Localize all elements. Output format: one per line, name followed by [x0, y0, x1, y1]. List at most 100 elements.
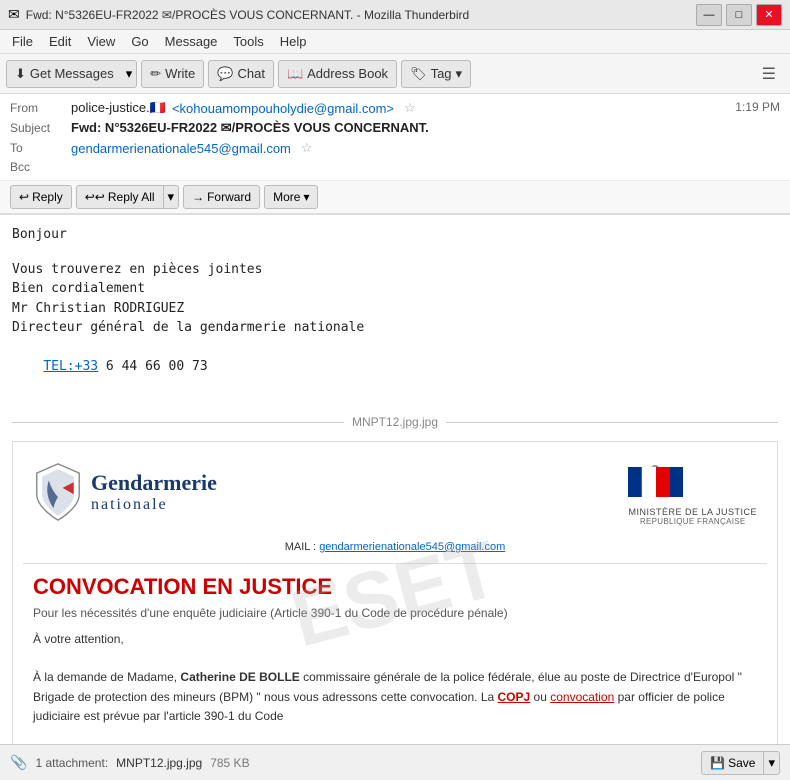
- tag-label: Tag: [431, 66, 452, 81]
- menubar: File Edit View Go Message Tools Help: [0, 30, 790, 54]
- save-icon: 💾: [710, 756, 725, 770]
- reply-all-dropdown[interactable]: ▾: [163, 185, 180, 209]
- maximize-button[interactable]: □: [726, 4, 752, 26]
- gendarmerie-sub-name: nationale: [91, 496, 217, 514]
- to-label: To: [10, 141, 65, 155]
- reply-all-group: ↩↩ Reply All ▾: [76, 185, 179, 209]
- convocation-link-word[interactable]: convocation: [550, 690, 614, 704]
- menu-help[interactable]: Help: [272, 32, 315, 51]
- bcc-row: Bcc: [10, 158, 780, 176]
- gendarmerie-shield-icon: [33, 462, 83, 522]
- address-book-icon: 📖: [287, 66, 303, 82]
- tag-dropdown-icon: ▾: [456, 66, 463, 82]
- reply-all-button[interactable]: ↩↩ Reply All: [76, 185, 163, 209]
- chat-label: Chat: [237, 66, 264, 81]
- email-meta: From police-justice.🇫🇷 <kohouamompouholy…: [0, 94, 790, 181]
- convocation-section: CONVOCATION EN JUSTICE Pour les nécessit…: [23, 563, 767, 736]
- attachment-count: 1 attachment:: [35, 756, 108, 770]
- toolbar: ⬇ Get Messages ▾ ✏ Write 💬 Chat 📖 Addres…: [0, 54, 790, 94]
- menu-message[interactable]: Message: [157, 32, 226, 51]
- republique-title: REPUBLIQUE FRANÇAISE: [628, 517, 757, 526]
- reply-icon: ↩: [19, 190, 29, 204]
- body-tel: TEL:+33 6 44 66 00 73: [12, 338, 778, 397]
- email-header: From police-justice.🇫🇷 <kohouamompouholy…: [0, 94, 790, 215]
- reply-all-label: Reply All: [108, 190, 155, 204]
- bcc-label: Bcc: [10, 160, 65, 174]
- mail-label: MAIL :: [285, 541, 316, 553]
- from-label: From: [10, 101, 65, 115]
- email-body: Bonjour Vous trouverez en pièces jointes…: [0, 215, 790, 745]
- get-messages-dropdown[interactable]: ▾: [122, 60, 138, 88]
- to-email[interactable]: gendarmerienationale545@gmail.com: [71, 141, 291, 156]
- save-button[interactable]: 💾 Save: [701, 751, 764, 775]
- gendarmerie-text: Gendarmerie nationale: [91, 470, 217, 514]
- more-label: More: [273, 190, 300, 204]
- logo-area: Gendarmerie nationale: [23, 452, 767, 536]
- reply-button[interactable]: ↩ Reply: [10, 185, 72, 209]
- mail-link[interactable]: gendarmerienationale545@gmail.com: [319, 541, 505, 553]
- from-name: police-justice.🇫🇷: [71, 100, 166, 116]
- tag-icon: 🏷: [410, 66, 427, 82]
- convocation-title: CONVOCATION EN JUSTICE: [33, 574, 757, 600]
- attachment-size: 785 KB: [210, 756, 249, 770]
- reply-area: ↩ Reply ↩↩ Reply All ▾ → Forward More ▾: [0, 181, 790, 214]
- body-text-1: À la demande de Madame,: [33, 670, 180, 684]
- more-dropdown-icon: ▾: [303, 190, 309, 204]
- to-row: To gendarmerienationale545@gmail.com ☆: [10, 138, 780, 158]
- hamburger-menu[interactable]: ☰: [754, 60, 784, 88]
- minimize-button[interactable]: —: [696, 4, 722, 26]
- subject-row: Subject Fwd: N°5326EU-FR2022 ✉/PROCÈS VO…: [10, 118, 780, 138]
- from-row: From police-justice.🇫🇷 <kohouamompouholy…: [10, 98, 780, 118]
- forward-button[interactable]: → Forward: [183, 185, 260, 209]
- attachment-bar: 📎 1 attachment: MNPT12.jpg.jpg 785 KB 💾 …: [0, 744, 790, 780]
- write-label: Write: [165, 66, 195, 81]
- save-dropdown[interactable]: ▾: [764, 751, 780, 775]
- paperclip-icon: 📎: [10, 754, 27, 771]
- window-title: Fwd: N°5326EU-FR2022 ✉/PROCÈS VOUS CONCE…: [26, 8, 696, 22]
- body-text-3: ou: [530, 690, 550, 704]
- attachment-filename: MNPT12.jpg.jpg: [116, 756, 202, 770]
- copj-link[interactable]: COPJ: [498, 690, 531, 704]
- convocation-subtitle: Pour les nécessités d'une enquête judici…: [33, 606, 757, 620]
- person-name: Catherine DE BOLLE: [180, 670, 299, 684]
- ministere-title: MINISTÈRE de la JUSTICE: [628, 507, 757, 517]
- tag-button[interactable]: 🏷 Tag ▾: [401, 60, 471, 88]
- write-button[interactable]: ✏ Write: [141, 60, 204, 88]
- subject-value: Fwd: N°5326EU-FR2022 ✉/PROCÈS VOUS CONCE…: [71, 120, 429, 136]
- attention-line: À votre attention,: [33, 630, 757, 649]
- french-flag-icon: [628, 462, 683, 504]
- forward-label: Forward: [207, 190, 251, 204]
- app-icon: ✉: [8, 6, 20, 23]
- write-icon: ✏: [150, 66, 161, 82]
- chat-button[interactable]: 💬 Chat: [208, 60, 274, 88]
- menu-view[interactable]: View: [79, 32, 123, 51]
- body-greeting: Bonjour: [12, 225, 778, 245]
- get-messages-group: ⬇ Get Messages ▾: [6, 60, 137, 88]
- close-button[interactable]: ✕: [756, 4, 782, 26]
- ministere-logo: MINISTÈRE de la JUSTICE REPUBLIQUE FRANÇ…: [628, 462, 757, 526]
- mail-line: MAIL : gendarmerienationale545@gmail.com: [23, 536, 767, 563]
- forward-icon: →: [192, 190, 204, 204]
- tel-number: 6 44 66 00 73: [98, 359, 208, 374]
- tel-link[interactable]: TEL:+33: [43, 359, 98, 374]
- body-paragraph: À la demande de Madame, Catherine DE BOL…: [33, 668, 757, 726]
- more-button[interactable]: More ▾: [264, 185, 318, 209]
- star-icon[interactable]: ☆: [404, 100, 416, 116]
- embedded-image: ESET Gendarmerie nationale: [12, 441, 778, 745]
- from-email[interactable]: <kohouamompouholydie@gmail.com>: [172, 101, 394, 116]
- get-messages-label: Get Messages: [30, 66, 114, 81]
- window-controls: — □ ✕: [696, 4, 782, 26]
- chat-icon: 💬: [217, 66, 233, 82]
- menu-tools[interactable]: Tools: [225, 32, 271, 51]
- reply-label: Reply: [32, 190, 63, 204]
- get-messages-icon: ⬇: [15, 66, 26, 82]
- menu-go[interactable]: Go: [123, 32, 156, 51]
- to-star-icon[interactable]: ☆: [301, 140, 313, 156]
- convocation-body: À votre attention, À la demande de Madam…: [33, 630, 757, 726]
- menu-edit[interactable]: Edit: [41, 32, 79, 51]
- address-book-button[interactable]: 📖 Address Book: [278, 60, 397, 88]
- get-messages-button[interactable]: ⬇ Get Messages: [6, 60, 122, 88]
- menu-file[interactable]: File: [4, 32, 41, 51]
- attachment-divider-label: MNPT12.jpg.jpg: [352, 415, 438, 429]
- body-text: Vous trouverez en pièces jointes Bien co…: [12, 260, 778, 338]
